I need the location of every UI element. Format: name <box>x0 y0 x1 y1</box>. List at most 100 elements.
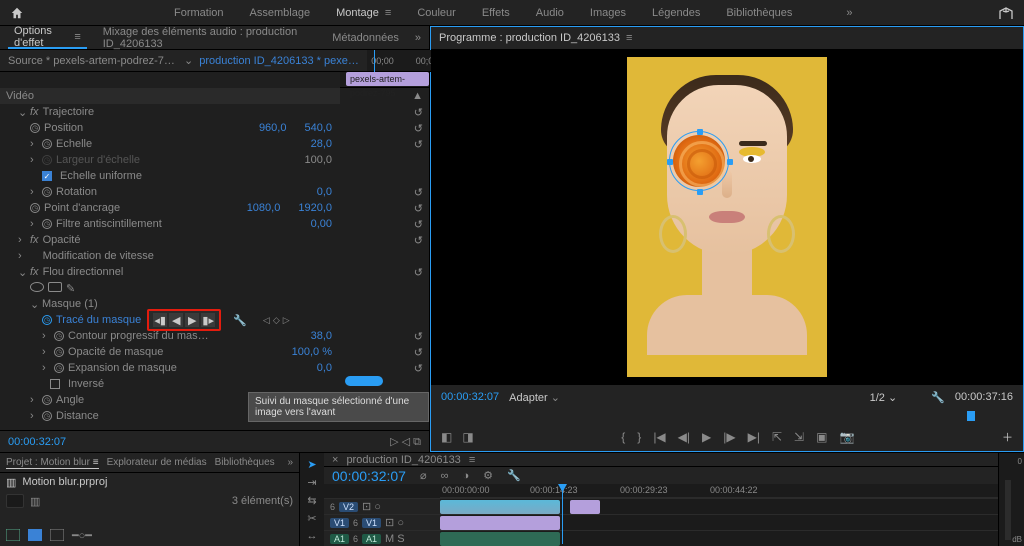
hamburger-icon[interactable]: ≡ <box>385 7 391 19</box>
reset-icon[interactable]: ↺ <box>414 122 423 135</box>
bin-filter-icon[interactable]: ▥ <box>30 495 40 508</box>
ws-biblio[interactable]: Bibliothèques <box>726 7 792 19</box>
tab-audio-mix[interactable]: Mixage des éléments audio : production I… <box>97 26 316 49</box>
param-anchor[interactable]: ◷Point d'ancrage1080,01920,0 <box>0 200 340 216</box>
list-view-icon[interactable] <box>6 529 20 541</box>
clip-a1[interactable] <box>440 532 560 546</box>
timeline-timecode[interactable]: 00:00:32:07 <box>332 468 406 484</box>
home-icon[interactable] <box>10 6 24 20</box>
stopwatch-active-icon[interactable]: ◷ <box>42 315 52 325</box>
ws-assemblage[interactable]: Assemblage <box>250 7 311 19</box>
mask-handle[interactable] <box>667 159 673 165</box>
reset-icon[interactable]: ↺ <box>414 346 423 359</box>
snap-icon[interactable]: ⌀ <box>420 469 427 482</box>
reset-icon[interactable]: ↺ <box>414 330 423 343</box>
mask-handle[interactable] <box>697 129 703 135</box>
mask-handle[interactable] <box>727 159 733 165</box>
ws-formation[interactable]: Formation <box>174 7 224 19</box>
track-forward-icon[interactable]: ▶ <box>185 313 199 327</box>
go-out-icon[interactable]: ▶| <box>748 430 760 444</box>
reset-icon[interactable]: ↺ <box>414 138 423 151</box>
settings-icon[interactable]: ⚙ <box>483 469 493 482</box>
track-v2[interactable]: 6V2⊡ ○ <box>324 498 998 514</box>
param-mask-feather[interactable]: ›◷Contour progressif du mas…38,0 <box>0 328 340 344</box>
ellipse-mask-icon[interactable] <box>30 282 44 292</box>
overflow-chevrons-icon[interactable]: » <box>287 457 293 468</box>
marker-icon[interactable]: ◧ <box>441 430 452 444</box>
wrench-icon[interactable]: 🔧 <box>507 469 521 482</box>
step-back-icon[interactable]: ◀| <box>678 430 690 444</box>
hamburger-icon[interactable]: ≡ <box>626 32 632 44</box>
track-a1[interactable]: A16A1M S <box>324 530 998 546</box>
track-v1[interactable]: V16V1⊡ ○ <box>324 514 998 530</box>
add-key-icon[interactable]: ◇ <box>273 315 280 326</box>
program-video-view[interactable] <box>431 49 1023 385</box>
wrench-icon[interactable]: 🔧 <box>233 314 247 327</box>
param-rotation[interactable]: ›◷Rotation0,0 <box>0 184 340 200</box>
checkbox-empty-icon[interactable] <box>50 379 60 389</box>
program-tc-right[interactable]: 00:00:37:16 <box>955 391 1013 403</box>
mark-out-icon[interactable]: } <box>637 430 641 444</box>
param-scale[interactable]: ›◷Echelle28,0 <box>0 136 340 152</box>
mini-clip[interactable]: pexels-artem-podrez-795 <box>346 72 429 86</box>
param-mask-expansion[interactable]: ›◷Expansion de masque0,0 <box>0 360 340 376</box>
add-button-icon[interactable]: ＋ <box>1002 429 1013 445</box>
clip-v1[interactable] <box>440 516 560 530</box>
marker-icon[interactable]: ◑ <box>462 470 469 482</box>
link-icon[interactable]: ∞ <box>441 470 449 482</box>
ws-audio[interactable]: Audio <box>536 7 564 19</box>
stopwatch-icon[interactable]: ◷ <box>42 139 52 149</box>
tab-options-effet[interactable]: Options d'effet≡ <box>8 26 87 49</box>
search-input[interactable] <box>6 494 24 508</box>
export-frame-icon[interactable]: ▣ <box>816 430 827 444</box>
reset-icon[interactable]: ↺ <box>414 266 423 279</box>
next-key-icon[interactable]: ▷ <box>283 315 290 326</box>
ws-couleur[interactable]: Couleur <box>417 7 456 19</box>
camera-icon[interactable]: 📷 <box>839 430 854 444</box>
sequence-clip-label[interactable]: production ID_4206133 * pexels-ar… <box>199 55 359 67</box>
checkbox-checked-icon[interactable]: ✓ <box>42 171 52 181</box>
mask-path-overlay[interactable] <box>669 131 729 191</box>
mask-handle[interactable] <box>697 189 703 195</box>
clip-v2[interactable] <box>440 500 560 514</box>
fx-opacity[interactable]: ›fxOpacité <box>0 232 340 248</box>
track-back-one-icon[interactable]: ◂▮ <box>153 313 167 327</box>
reset-icon[interactable]: ↺ <box>414 218 423 231</box>
pen-mask-icon[interactable]: ✎ <box>66 282 75 295</box>
stopwatch-icon[interactable]: ◷ <box>42 187 52 197</box>
hamburger-icon[interactable]: ≡ <box>74 31 80 43</box>
stopwatch-icon[interactable]: ◷ <box>42 219 52 229</box>
play-icon[interactable]: ▶ <box>702 430 711 444</box>
ripple-tool-icon[interactable]: ⇆ <box>304 493 320 507</box>
lift-icon[interactable]: ⇱ <box>772 430 782 444</box>
fx-directional-blur[interactable]: ⌄fxFlou directionnel <box>0 264 340 280</box>
selection-tool-icon[interactable]: ➤ <box>304 457 320 471</box>
slip-tool-icon[interactable]: ↔ <box>304 529 320 543</box>
param-mask-path[interactable]: ◷ Tracé du masque ◂▮ ◀ ▶ ▮▸ 🔧 ◁ ◇ ▷ <box>0 312 340 328</box>
ws-montage[interactable]: Montage≡ <box>336 7 391 19</box>
stopwatch-icon[interactable]: ◷ <box>42 411 52 421</box>
mark-in-icon[interactable]: { <box>621 430 625 444</box>
ws-effets[interactable]: Effets <box>482 7 510 19</box>
track-fwd-one-icon[interactable]: ▮▸ <box>201 313 215 327</box>
playhead-handle-icon[interactable] <box>967 411 975 421</box>
icon-view-icon[interactable] <box>28 529 42 541</box>
timecode[interactable]: 00:00:32:07 <box>8 436 66 448</box>
reset-icon[interactable]: ↺ <box>414 234 423 247</box>
track-select-tool-icon[interactable]: ⇥ <box>304 475 320 489</box>
param-position[interactable]: ◷Position960,0540,0 <box>0 120 340 136</box>
wrench-icon[interactable]: 🔧 <box>931 391 945 404</box>
fit-dropdown[interactable]: Adapter ⌄ <box>509 391 560 404</box>
param-flicker[interactable]: ›◷Filtre antiscintillement0,00 <box>0 216 340 232</box>
stopwatch-icon[interactable]: ◷ <box>54 331 64 341</box>
rect-mask-icon[interactable] <box>48 282 62 292</box>
stopwatch-icon[interactable]: ◷ <box>54 363 64 373</box>
stopwatch-icon[interactable]: ◷ <box>30 123 40 133</box>
zoom-indicator-icon[interactable]: ▷ ◁ ⧉ <box>390 435 421 449</box>
timeline-tracks[interactable]: 00:00:00:00 00:00:14:23 00:00:29:23 00:0… <box>324 484 998 546</box>
ws-images[interactable]: Images <box>590 7 626 19</box>
program-tab[interactable]: Programme : production ID_4206133 <box>439 32 620 44</box>
stopwatch-icon[interactable]: ◷ <box>30 203 40 213</box>
program-tc-left[interactable]: 00:00:32:07 <box>441 391 499 403</box>
dropdown-icon[interactable]: ⌄ <box>184 54 193 67</box>
